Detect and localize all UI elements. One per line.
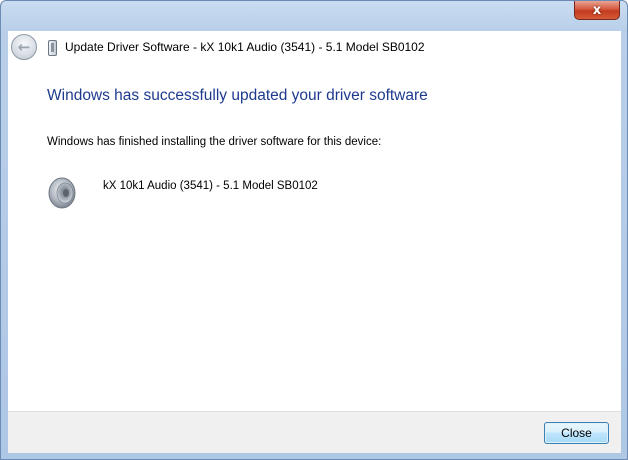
close-icon: x [592, 2, 602, 18]
window-title: Update Driver Software - kX 10k1 Audio (… [65, 40, 425, 54]
window-close-button[interactable]: x [574, 1, 620, 20]
success-heading: Windows has successfully updated your dr… [47, 87, 428, 104]
back-button[interactable]: ← [11, 34, 37, 60]
info-text: Windows has finished installing the driv… [47, 136, 382, 148]
back-arrow-icon: ← [17, 38, 31, 56]
device-name: kX 10k1 Audio (3541) - 5.1 Model SB0102 [103, 180, 318, 192]
dialog-content: Windows has successfully updated your dr… [8, 65, 621, 411]
dialog-window: x ← Update Driver Software - kX 10k1 Aud… [0, 0, 628, 460]
dialog-header: ← Update Driver Software - kX 10k1 Audio… [8, 31, 621, 65]
close-button[interactable]: Close [544, 422, 609, 444]
speaker-icon [48, 177, 76, 209]
dialog-footer: Close [8, 411, 621, 453]
device-manager-icon [48, 40, 57, 56]
